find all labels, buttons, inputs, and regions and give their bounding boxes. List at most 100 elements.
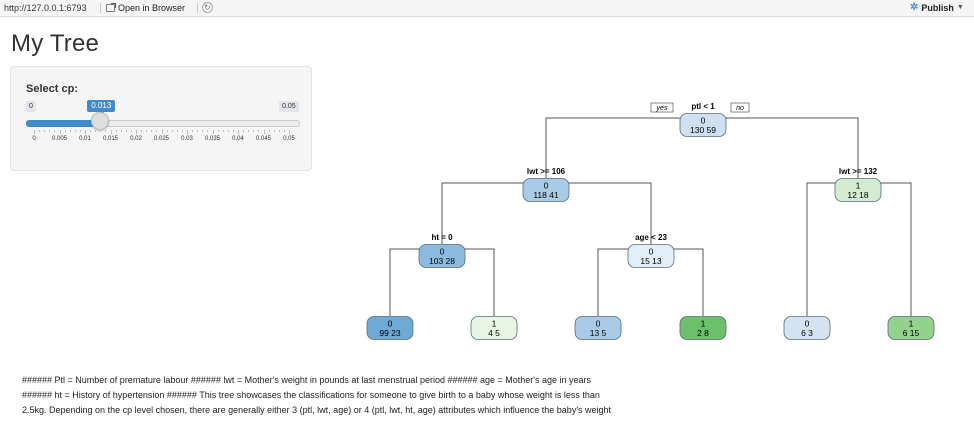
slider-tick: [74, 130, 76, 132]
tree-node-counts: 130 59: [690, 125, 716, 135]
toolbar-divider: [100, 3, 101, 13]
tree-node-class: 0: [701, 116, 706, 126]
yes-label: yes: [656, 105, 668, 112]
tree-node-class: 1: [909, 319, 914, 329]
slider-tick: [141, 130, 143, 132]
tree-node-counts: 6 3: [801, 328, 813, 338]
slider-tick: [181, 130, 183, 132]
slider-tick-label: 0.045: [255, 136, 272, 142]
slider-tick: [110, 130, 112, 134]
tree-node-class: 0: [388, 319, 393, 329]
slider-max-label: 0.05: [279, 101, 299, 112]
slider-tick: [202, 130, 204, 132]
tree-split-label: age < 23: [635, 233, 667, 242]
slider-tick: [166, 130, 168, 132]
slider-ticks: 0 0.005 0.01 0.015 0.02 0.025 0.03 0.035 0.04 0.0…: [11, 130, 311, 150]
tree-node-class: 1: [701, 319, 706, 329]
slider-tick: [69, 130, 71, 132]
tree-node-counts: 6 15: [903, 328, 920, 338]
tree-node-class: 0: [805, 319, 810, 329]
description-text: ###### Ptl = Number of premature labour …: [22, 375, 612, 415]
slider-tick-label: 0.02: [130, 136, 142, 142]
slider-tick: [54, 130, 56, 132]
slider-tick: [248, 130, 250, 132]
slider-tick: [263, 130, 265, 134]
slider-tick: [283, 130, 285, 132]
slider-tick: [273, 130, 275, 132]
slider-tick: [268, 130, 270, 132]
external-window-icon: [106, 3, 116, 12]
page-title: My Tree: [11, 30, 100, 57]
slider-tick: [289, 130, 290, 134]
url-text: http://127.0.0.1:6793: [4, 3, 87, 13]
slider-tick: [100, 130, 102, 132]
open-in-browser-button[interactable]: Open in Browser: [106, 0, 185, 16]
chevron-down-icon: ▼: [956, 4, 964, 11]
slider-tick: [90, 130, 92, 132]
tree-node-class: 0: [649, 247, 654, 257]
tree-node-counts: 2 8: [697, 328, 709, 338]
refresh-icon[interactable]: ↻: [202, 2, 213, 13]
slider-tick: [222, 130, 224, 132]
tree-split-label: ptl < 1: [691, 102, 715, 111]
slider-tick: [238, 130, 239, 134]
publish-label: Publish: [921, 3, 954, 13]
toolbar-divider: [197, 3, 198, 13]
tree-node-counts: 12 18: [847, 190, 869, 200]
tree-node-counts: 99 23: [379, 328, 401, 338]
slider-tick: [227, 130, 229, 132]
slider-tick: [176, 130, 178, 132]
slider-tick: [146, 130, 148, 132]
slider-min-label: 0: [26, 101, 36, 112]
decision-tree: 0130 59ptl < 10118 41lwt >= 106112 18lwt…: [366, 102, 935, 340]
tree-node-class: 1: [856, 181, 861, 191]
tree-node-counts: 118 41: [533, 190, 559, 200]
slider-label: Select cp:: [26, 83, 78, 95]
sidebar-panel: Select cp: 0 0.05 0.013 0 0.005 0.01 0.015 0…: [10, 66, 312, 171]
tree-split-label: ht = 0: [431, 233, 453, 242]
slider-tick: [212, 130, 214, 134]
slider-tick: [79, 130, 81, 132]
slider-tick: [232, 130, 234, 132]
slider-tick: [197, 130, 199, 132]
slider-tick: [243, 130, 245, 132]
slider-tick-label: 0.01: [79, 136, 91, 142]
slider-tick: [136, 130, 137, 134]
slider-tick-label: 0.03: [181, 136, 193, 142]
tree-split-label: lwt >= 106: [527, 167, 566, 176]
slider-tick: [49, 130, 51, 132]
slider-tick: [217, 130, 219, 132]
tree-node-counts: 4 5: [488, 328, 500, 338]
slider-tick: [115, 130, 117, 132]
tree-node-class: 0: [544, 181, 549, 191]
slider-tick: [171, 130, 173, 132]
slider-tick: [44, 130, 46, 132]
viewer-toolbar: http://127.0.0.1:6793 Open in Browser ↻ …: [0, 0, 974, 17]
slider-handle[interactable]: [91, 112, 110, 130]
slider-tick: [258, 130, 260, 132]
tree-node-class: 0: [440, 247, 445, 257]
open-in-browser-label: Open in Browser: [118, 3, 186, 13]
publish-button[interactable]: ✲ Publish ▼: [910, 0, 964, 16]
slider-tick: [95, 130, 97, 132]
slider-tick: [39, 130, 41, 132]
slider-tick-label: 0.035: [204, 136, 221, 142]
slider-tick: [34, 130, 35, 134]
tree-node-counts: 15 13: [640, 256, 662, 266]
slider-tick-label: 0.015: [102, 136, 119, 142]
slider-tick: [253, 130, 255, 132]
slider-tick-label: 0.005: [51, 136, 68, 142]
tree-node-class: 1: [492, 319, 497, 329]
slider-tick-label: 0.05: [283, 136, 295, 142]
slider-tick: [130, 130, 132, 132]
slider-tick-label: 0.025: [153, 136, 170, 142]
slider-tick: [64, 130, 66, 132]
slider-tick: [161, 130, 163, 134]
slider-tick: [151, 130, 153, 132]
slider-value-label: 0.013: [87, 100, 116, 115]
slider-tick-label: 0.04: [232, 136, 244, 142]
slider-tick: [85, 130, 86, 134]
publish-icon: ✲: [910, 2, 919, 13]
tree-node-counts: 13 5: [590, 328, 607, 338]
tree-node-counts: 103 28: [429, 256, 455, 266]
